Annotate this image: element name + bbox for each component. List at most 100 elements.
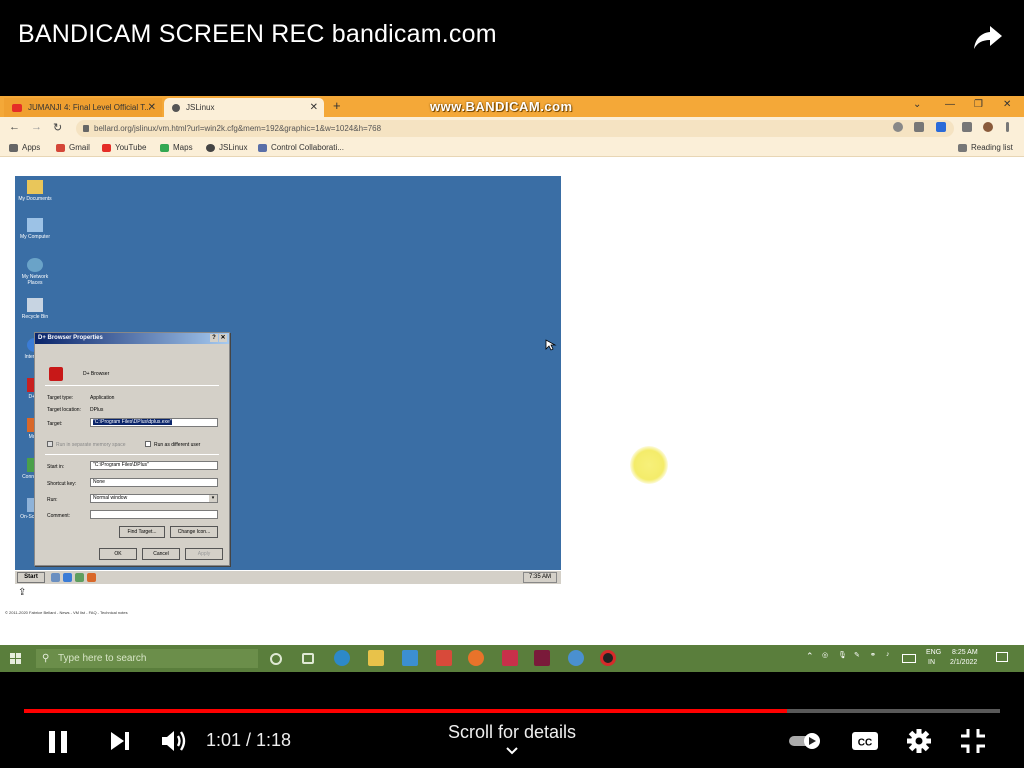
- url-input[interactable]: bellard.org/jslinux/vm.html?url=win2k.cf…: [76, 120, 954, 137]
- share-page-icon[interactable]: [914, 122, 924, 132]
- minimize-icon[interactable]: —: [945, 99, 955, 110]
- reading-list[interactable]: Reading list: [958, 143, 1013, 152]
- desktop-icon-label: My Network Places: [21, 274, 49, 286]
- scroll-for-details[interactable]: Scroll for details: [412, 722, 612, 743]
- taskbar-time[interactable]: 8:25 AM: [952, 649, 978, 656]
- microphone-icon[interactable]: 🎙: [838, 651, 847, 659]
- edge-icon[interactable]: [334, 650, 350, 666]
- desktop-icon-network[interactable]: My Network Places: [15, 258, 55, 286]
- tab-label: JSLinux: [186, 103, 215, 112]
- outlook-quicklaunch-icon[interactable]: [75, 573, 84, 582]
- back-icon[interactable]: ←: [9, 121, 20, 133]
- menu-icon[interactable]: [1006, 122, 1009, 132]
- mozilla-quicklaunch-icon[interactable]: [87, 573, 96, 582]
- forward-icon[interactable]: →: [31, 121, 42, 133]
- browser-tab-strip: JUMANJI 4: Final Level Official T... ✕ J…: [0, 96, 1024, 117]
- desktop-icon-recycle-bin[interactable]: Recycle Bin: [15, 298, 55, 320]
- captions-icon[interactable]: CC: [850, 726, 880, 756]
- divider: [45, 454, 219, 455]
- extensions-icon[interactable]: [962, 122, 972, 132]
- avatar[interactable]: [983, 122, 993, 132]
- tab-jumanji[interactable]: JUMANJI 4: Final Level Official T... ✕: [4, 98, 162, 117]
- network-icon[interactable]: ⚭: [870, 651, 876, 659]
- desktop-quicklaunch-icon[interactable]: [51, 573, 60, 582]
- start-in-field[interactable]: "C:\Program Files\DPlus": [90, 461, 218, 470]
- cortana-icon[interactable]: [270, 653, 282, 665]
- zoom-icon[interactable]: [893, 122, 903, 132]
- run-as-checkbox[interactable]: [145, 441, 151, 447]
- indesign-icon[interactable]: [534, 650, 550, 666]
- windows-logo-icon[interactable]: [10, 653, 21, 664]
- upload-icon[interactable]: ⇪: [18, 587, 26, 598]
- file-explorer-icon[interactable]: [368, 650, 384, 666]
- separate-memory-checkbox[interactable]: [47, 441, 53, 447]
- bandicam-icon[interactable]: [600, 650, 616, 666]
- notification-icon[interactable]: [996, 652, 1008, 662]
- chevron-down-icon[interactable]: ⌄: [913, 99, 921, 110]
- new-tab-icon[interactable]: +: [333, 98, 341, 113]
- autoplay-toggle[interactable]: [788, 726, 824, 756]
- comment-field[interactable]: [90, 510, 218, 519]
- find-target-button[interactable]: Find Target...: [119, 526, 165, 538]
- settings-icon[interactable]: [904, 726, 934, 756]
- folder-icon: [27, 180, 43, 194]
- target-field[interactable]: "C:\Program Files\DPlus\dplus.exe": [90, 418, 218, 427]
- start-button[interactable]: Start: [17, 572, 45, 583]
- bookmark-youtube[interactable]: YouTube: [102, 143, 146, 152]
- video-app-icon[interactable]: [436, 650, 452, 666]
- bookmark-apps[interactable]: Apps: [9, 143, 40, 152]
- tab-jslinux[interactable]: JSLinux ✕: [164, 98, 324, 117]
- bookmark-gmail[interactable]: Gmail: [56, 143, 90, 152]
- help-icon[interactable]: ?: [210, 334, 218, 342]
- restore-icon[interactable]: ❐: [974, 99, 983, 110]
- target-label: Target:: [47, 421, 63, 427]
- cancel-button[interactable]: Cancel: [142, 548, 180, 560]
- bookmark-jslinux[interactable]: JSLinux: [206, 143, 247, 152]
- start-in-value: "C:\Program Files\DPlus": [93, 462, 149, 468]
- chevron-down-icon[interactable]: [505, 746, 519, 756]
- task-view-icon[interactable]: [302, 653, 314, 664]
- tab-label: JUMANJI 4: Final Level Official T...: [28, 103, 151, 112]
- video-player[interactable]: BANDICAM SCREEN REC bandicam.com JUMANJI…: [0, 0, 1024, 768]
- close-icon[interactable]: ✕: [1003, 99, 1011, 110]
- bookmark-maps[interactable]: Maps: [160, 143, 193, 152]
- language-indicator[interactable]: ENG: [926, 649, 941, 656]
- target-type-label: Target type:: [47, 395, 74, 401]
- mail-icon[interactable]: [402, 650, 418, 666]
- youtube-icon: [12, 103, 22, 112]
- apps-icon: [9, 143, 18, 152]
- next-icon[interactable]: [108, 726, 132, 756]
- desktop-icon-my-documents[interactable]: My Documents: [15, 180, 55, 202]
- change-icon-button[interactable]: Change Icon...: [170, 526, 218, 538]
- apply-button[interactable]: Apply: [185, 548, 223, 560]
- taskbar-search-input[interactable]: ⚲ Type here to search: [36, 649, 258, 668]
- volume-icon[interactable]: ♪: [886, 651, 890, 658]
- gmail-icon: [56, 143, 65, 152]
- shortcut-key-field[interactable]: None: [90, 478, 218, 487]
- app-icon[interactable]: [502, 650, 518, 666]
- tray-icon[interactable]: ◎: [822, 651, 828, 659]
- pen-icon[interactable]: ✎: [854, 651, 860, 659]
- bookmark-control[interactable]: Control Collaborati...: [258, 143, 344, 152]
- ok-button[interactable]: OK: [99, 548, 137, 560]
- cursor-highlight: [630, 446, 668, 484]
- desktop-icon-my-computer[interactable]: My Computer: [15, 218, 55, 240]
- chrome-icon[interactable]: [568, 650, 584, 666]
- reload-icon[interactable]: ↻: [53, 121, 62, 134]
- chevron-up-icon[interactable]: ⌃: [806, 651, 814, 662]
- close-icon[interactable]: ✕: [219, 334, 227, 342]
- run-select[interactable]: Normal window ▾: [90, 494, 218, 503]
- exit-fullscreen-icon[interactable]: [958, 726, 988, 756]
- close-icon[interactable]: ✕: [310, 102, 318, 113]
- bookmark-label: Gmail: [69, 143, 90, 152]
- close-icon[interactable]: ✕: [148, 102, 156, 113]
- reading-list-icon: [958, 143, 967, 152]
- volume-icon[interactable]: [160, 726, 188, 756]
- ie-quicklaunch-icon[interactable]: [63, 573, 72, 582]
- star-icon[interactable]: [936, 122, 946, 132]
- share-icon[interactable]: [972, 22, 1004, 52]
- firefox-icon[interactable]: [468, 650, 484, 666]
- progress-bar[interactable]: [24, 709, 1000, 713]
- pause-icon[interactable]: [46, 726, 72, 756]
- keyboard-icon[interactable]: [902, 654, 916, 663]
